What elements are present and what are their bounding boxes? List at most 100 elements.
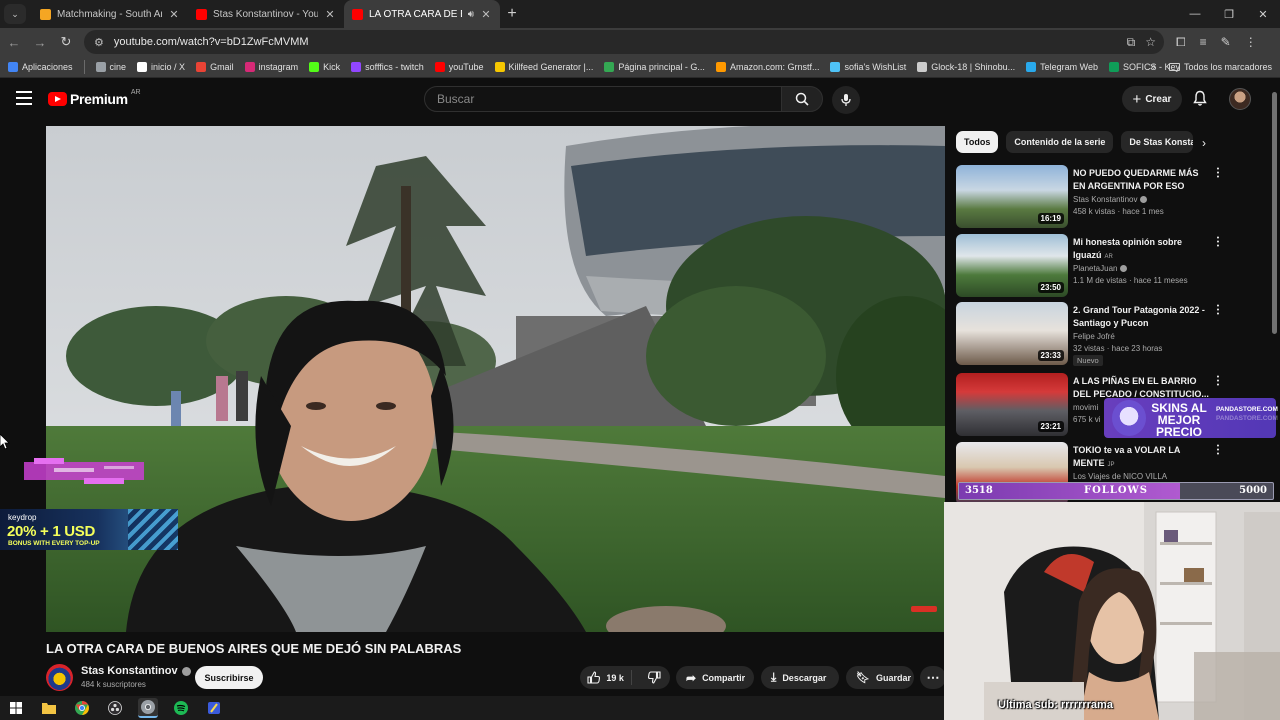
bookmark-label: instagram: [258, 61, 299, 72]
bookmark-star-icon[interactable]: ☆: [1145, 35, 1156, 50]
bookmark-item[interactable]: youTube: [434, 61, 484, 72]
video-options-icon[interactable]: • • •: [1215, 235, 1221, 250]
notifications-bell-icon[interactable]: [1192, 90, 1208, 112]
more-actions-button[interactable]: ⋯: [920, 666, 946, 689]
bookmark-item[interactable]: cine: [95, 61, 126, 72]
minimize-icon[interactable]: —: [1178, 0, 1212, 28]
channel-name-link[interactable]: Stas Konstantinov: [81, 665, 191, 677]
follow-goal-bar: FOLLOWS 3518 5000: [958, 482, 1274, 500]
video-title-link[interactable]: 2. Grand Tour Patagonia 2022 - Santiago …: [1073, 304, 1213, 330]
share-button[interactable]: ➦ Compartir: [676, 666, 754, 689]
video-title-link[interactable]: Mi honesta opinión sobre Iguazú AR: [1073, 236, 1213, 264]
search-button[interactable]: [781, 86, 823, 112]
guide-menu-icon[interactable]: [16, 91, 32, 105]
subscribe-button[interactable]: Suscribirse: [195, 666, 263, 689]
brand-name: Premium: [70, 91, 128, 107]
install-app-icon[interactable]: ⧉: [1127, 35, 1136, 50]
bookmark-item[interactable]: sofffics - twitch: [351, 61, 424, 72]
chip-channel[interactable]: De Stas Konstan: [1121, 131, 1194, 153]
bookmark-item[interactable]: Telegram Web: [1026, 61, 1098, 72]
bookmark-item[interactable]: instagram: [244, 61, 299, 72]
account-avatar[interactable]: [1229, 88, 1251, 110]
bookmark-item[interactable]: sofia's WishList: [830, 61, 906, 72]
tab-audio-icon[interactable]: 🔊︎: [468, 9, 474, 20]
video-options-icon[interactable]: • • •: [1215, 374, 1221, 389]
bookmark-item[interactable]: Página principal - G...: [604, 61, 705, 72]
file-explorer-icon[interactable]: [39, 698, 59, 718]
windows-start-icon[interactable]: [6, 698, 26, 718]
notes-app-icon[interactable]: [204, 698, 224, 718]
new-tab-button[interactable]: +: [500, 5, 524, 23]
create-button[interactable]: + Crear: [1122, 86, 1182, 112]
bookmark-item[interactable]: Amazon.com: Grnstf...: [715, 61, 819, 72]
more-bookmarks-icon[interactable]: »: [1150, 61, 1156, 73]
save-button[interactable]: 🔖︎ Guardar: [846, 666, 914, 689]
tab-close-icon[interactable]: ✕: [168, 8, 180, 21]
video-options-icon[interactable]: • • •: [1215, 166, 1221, 181]
channel-avatar[interactable]: [46, 664, 73, 691]
youtube-logo[interactable]: Premium AR: [48, 88, 141, 107]
page-scrollbar[interactable]: [1272, 92, 1277, 334]
recommended-video[interactable]: 16:19 NO PUEDO QUEDARME MÁS EN ARGENTINA …: [956, 165, 1268, 229]
rec-channel-link[interactable]: PlanetaJuan: [1073, 264, 1128, 273]
chip-all[interactable]: Todos: [956, 131, 999, 153]
bookmark-item[interactable]: Killfeed Generator |...: [494, 61, 593, 72]
windows-taskbar: [0, 696, 944, 720]
bookmark-item[interactable]: Gmail: [196, 61, 234, 72]
rec-channel-link[interactable]: Felipe Jofré: [1073, 332, 1115, 341]
bookmark-item[interactable]: Glock-18 | Shinobu...: [917, 61, 1015, 72]
address-bar[interactable]: ⚙ youtube.com/watch?v=bD1ZwFcMVMM ⧉ ☆: [84, 30, 1164, 54]
rec-channel-link[interactable]: Los Viajes de NICO VILLA: [1073, 472, 1167, 481]
country-code: AR: [130, 88, 141, 96]
video-options-icon[interactable]: • • •: [1215, 303, 1221, 318]
spotify-icon[interactable]: [171, 698, 191, 718]
tab-close-icon[interactable]: ✕: [480, 8, 492, 21]
video-title-link[interactable]: TOKIO te va a VOLAR LA MENTE JP: [1073, 444, 1213, 472]
chip-series[interactable]: Contenido de la serie: [1006, 131, 1114, 153]
site-info-icon[interactable]: ⚙: [94, 36, 104, 49]
video-thumbnail[interactable]: 23:50: [956, 234, 1068, 297]
bookmarks-bar: Aplicaciones cine inicio / X Gmail instagram…: [0, 56, 1280, 78]
voice-search-button[interactable]: [832, 86, 860, 114]
all-bookmarks-folder[interactable]: Todos los marcadores: [1168, 62, 1272, 72]
dislike-button[interactable]: [638, 671, 670, 684]
chevron-right-icon[interactable]: ›: [1202, 136, 1206, 150]
verified-icon: [1140, 196, 1148, 203]
obs-icon[interactable]: [105, 698, 125, 718]
back-icon[interactable]: ←: [2, 30, 26, 54]
video-thumbnail[interactable]: 16:19: [956, 165, 1068, 228]
tab-search-button[interactable]: ⌄: [4, 4, 26, 24]
reload-icon[interactable]: ↻: [54, 30, 78, 54]
extensions-icon[interactable]: ⧠: [1176, 35, 1186, 50]
bookmark-item[interactable]: Aplicaciones: [8, 61, 73, 72]
rec-channel-link[interactable]: Stas Konstantinov: [1073, 195, 1148, 204]
video-player[interactable]: [46, 126, 945, 632]
recommended-video[interactable]: 23:50 Mi honesta opinión sobre Iguazú AR Pl…: [956, 234, 1268, 298]
video-title-link[interactable]: NO PUEDO QUEDARME MÁS EN ARGENTINA POR E…: [1073, 167, 1213, 193]
forward-icon[interactable]: →: [28, 30, 52, 54]
bookmark-item[interactable]: inicio / X: [137, 61, 185, 72]
browser-tab[interactable]: Stas Konstantinov - YouTube ✕: [188, 0, 344, 28]
video-thumbnail[interactable]: 23:21: [956, 373, 1068, 436]
search-input[interactable]: Buscar: [424, 86, 782, 112]
browser-tab-strip: ⌄ Matchmaking - South America✕Stas Konst…: [0, 0, 1280, 28]
keydrop-offer: 20% + 1 USD: [7, 523, 95, 540]
chrome-active-icon[interactable]: [138, 698, 158, 718]
recommended-video[interactable]: 23:33 2. Grand Tour Patagonia 2022 - Sant…: [956, 302, 1268, 366]
media-controls-icon[interactable]: ≡: [1200, 35, 1207, 50]
bookmark-item[interactable]: Kick: [309, 61, 340, 72]
rec-channel-link[interactable]: movimi: [1073, 403, 1098, 412]
video-thumbnail[interactable]: 23:33: [956, 302, 1068, 365]
like-button[interactable]: 19 k: [580, 670, 633, 685]
browser-tab[interactable]: Matchmaking - South America ✕: [32, 0, 188, 28]
filter-chips: Todos Contenido de la serie De Stas Kons…: [956, 131, 1194, 153]
browser-menu-icon[interactable]: ⋮: [1245, 35, 1257, 50]
browser-tab[interactable]: LA OTRA CARA DE BUENOS 🔊︎ ✕: [344, 0, 500, 28]
download-button[interactable]: ⤓ Descargar: [761, 666, 839, 689]
chrome-icon[interactable]: [72, 698, 92, 718]
video-options-icon[interactable]: • • •: [1215, 443, 1221, 458]
close-window-icon[interactable]: ✕: [1246, 0, 1280, 28]
profile-extension-icon[interactable]: ✎: [1221, 35, 1231, 50]
restore-icon[interactable]: ❐: [1212, 0, 1246, 28]
tab-close-icon[interactable]: ✕: [324, 8, 336, 21]
